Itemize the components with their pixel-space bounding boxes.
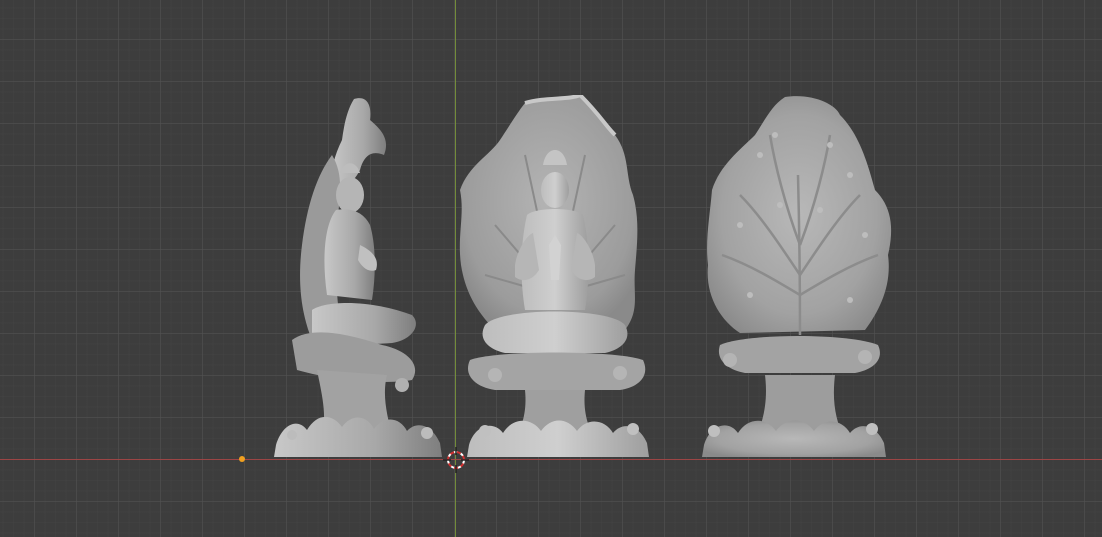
statue-side-view[interactable] xyxy=(272,95,447,461)
guanyin-front-icon xyxy=(459,95,649,457)
3d-viewport[interactable] xyxy=(0,0,1102,537)
object-origin-dot[interactable] xyxy=(239,456,245,462)
guanyin-side-icon xyxy=(274,98,442,457)
3d-cursor-icon[interactable] xyxy=(443,447,469,473)
statue-front-view[interactable] xyxy=(455,95,660,461)
guanyin-back-icon xyxy=(702,96,892,457)
statue-back-view[interactable] xyxy=(700,95,900,461)
